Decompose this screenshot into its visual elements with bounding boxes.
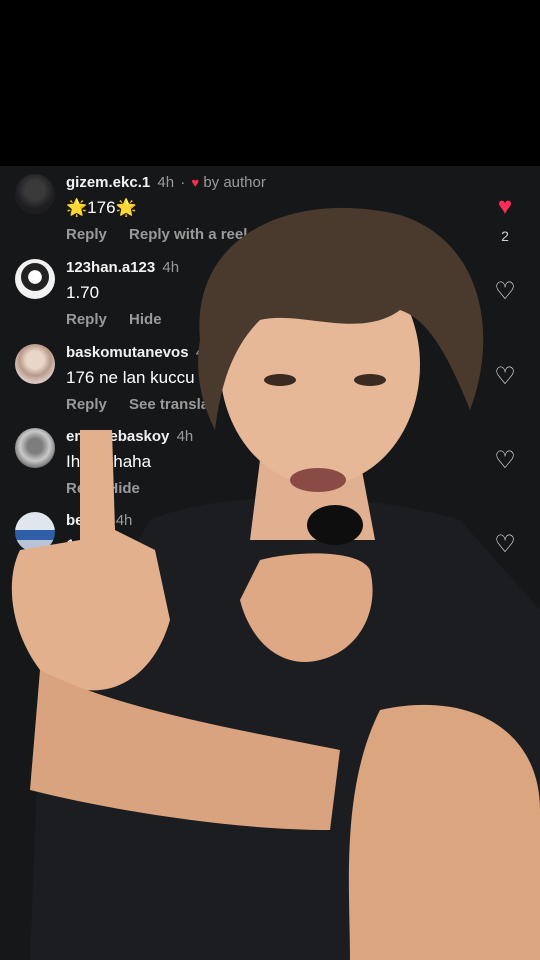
- comment-text-value: 176: [87, 198, 116, 217]
- avatar[interactable]: [15, 428, 55, 468]
- comment-text: 176 ne lan kuccu: [66, 368, 195, 387]
- heart-outline-icon[interactable]: ♡: [492, 532, 518, 558]
- comments-panel: gizem.ekc.1 4h · ♥ by author 🌟176🌟 Reply…: [0, 166, 540, 960]
- comment-actions: Reply Hide: [66, 311, 180, 329]
- comment-item: gizem.ekc.1 4h · ♥ by author 🌟176🌟 Reply…: [0, 170, 540, 254]
- heart-outline-icon[interactable]: ♡: [492, 448, 518, 474]
- comment-item: be i02 4h 1 etre ♡: [0, 508, 540, 592]
- heart-filled-icon[interactable]: ♥: [492, 194, 518, 220]
- comment-meta: 123han.a123 4h: [66, 259, 179, 277]
- comment-username[interactable]: 123han.a123: [66, 259, 155, 276]
- comment-time: 4h: [176, 428, 194, 445]
- comment-text: 🌟176🌟: [66, 198, 137, 218]
- comment-text: 1.70: [66, 283, 100, 302]
- comment-meta: em egebaskoy 4h: [66, 428, 193, 446]
- comment-item: baskomutanevos 4 176 ne lan kuccu Reply …: [0, 340, 540, 424]
- hide-button[interactable]: Hide: [107, 480, 140, 497]
- comment-time: 4h: [157, 174, 175, 191]
- see-translation-button[interactable]: See transla: [129, 396, 209, 413]
- comment-text: Iha ahhaha: [66, 452, 152, 471]
- avatar[interactable]: [15, 259, 55, 299]
- like-count: 2: [501, 228, 509, 244]
- comment-text: 1 etre: [66, 536, 110, 555]
- comment-item: em egebaskoy 4h Iha ahhaha Re Hide ♡: [0, 424, 540, 508]
- avatar[interactable]: [15, 174, 55, 214]
- comment-username[interactable]: em egebaskoy: [66, 428, 169, 445]
- comment-time: 4h: [115, 512, 133, 529]
- reply-button[interactable]: Reply: [66, 226, 107, 243]
- heart-outline-icon[interactable]: ♡: [492, 364, 518, 390]
- star-emoji: 🌟: [115, 198, 137, 217]
- avatar[interactable]: [15, 344, 55, 384]
- comment-username[interactable]: baskomutanevos: [66, 344, 189, 361]
- comment-actions: Reply Reply with a reel: [66, 226, 265, 244]
- by-author-label: by author: [203, 174, 266, 191]
- comment-meta: be i02 4h: [66, 512, 132, 530]
- comment-time: 4h: [162, 259, 180, 276]
- reply-button[interactable]: Reply: [66, 396, 107, 413]
- comment-item: 123han.a123 4h 1.70 Reply Hide ♡: [0, 255, 540, 339]
- heart-filled-icon: ♥: [191, 175, 200, 190]
- comment-username[interactable]: gizem.ekc.1: [66, 174, 150, 191]
- comment-actions: Reply See transla: [66, 396, 227, 414]
- separator-dot: ·: [180, 174, 186, 191]
- hide-button[interactable]: Hide: [129, 311, 162, 328]
- star-emoji: 🌟: [66, 198, 88, 217]
- heart-outline-icon[interactable]: ♡: [492, 279, 518, 305]
- reply-with-reel-button[interactable]: Reply with a reel: [129, 226, 247, 243]
- reply-button[interactable]: Re: [66, 480, 85, 497]
- video-top-black-area: [0, 0, 540, 166]
- comment-meta: baskomutanevos 4: [66, 344, 204, 362]
- comment-actions: Re Hide: [66, 480, 158, 498]
- reply-button[interactable]: Reply: [66, 311, 107, 328]
- comment-time: 4: [195, 344, 205, 361]
- avatar[interactable]: [15, 512, 55, 552]
- comment-username[interactable]: be i02: [66, 512, 109, 529]
- comment-meta: gizem.ekc.1 4h · ♥ by author: [66, 174, 266, 192]
